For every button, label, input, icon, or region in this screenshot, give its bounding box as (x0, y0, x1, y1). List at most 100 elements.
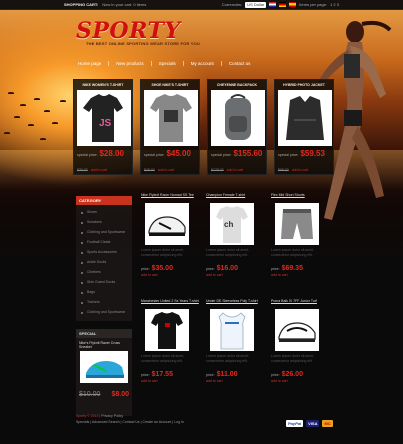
old-price: $178.00 (211, 168, 224, 172)
product-image[interactable] (278, 90, 332, 146)
cart-info: Now in your cart: 0 items (102, 2, 147, 7)
svg-text:ch: ch (224, 220, 233, 229)
product-title[interactable]: Nike Flyknit Racer Nomad SS Tee (141, 193, 201, 201)
old-price: $48.00 (144, 168, 155, 172)
product-description: Lorem ipsum dolor sit amet, consectetur … (206, 248, 250, 257)
category-item[interactable]: Trainers (76, 298, 132, 308)
product-title[interactable]: Under DE Sleeveless Poly T-shirt (206, 299, 266, 307)
old-price: $65.00 (278, 168, 289, 172)
category-list: Shoes Sneakers Clothing and Sportswear F… (76, 205, 132, 321)
featured-card[interactable]: CHEYENNE BACKPACK special price: $155.60 … (207, 79, 267, 175)
add-to-cart-button[interactable]: add to cart (271, 273, 331, 277)
add-to-cart-button[interactable]: add to cart (271, 379, 331, 383)
special-product[interactable]: Nike's Flyknit Racer Cross Sneaker $10.0… (76, 338, 132, 416)
featured-title[interactable]: SHOE NIKE'S T-SHIRT (144, 83, 196, 89)
product-card[interactable]: Champion Female T-shirt ch Lorem ipsum d… (206, 193, 266, 293)
featured-title[interactable]: CHEYENNE BACKPACK (211, 83, 263, 89)
featured-card[interactable]: HYBRID PHOTO JACKET special price: $59.53… (274, 79, 334, 175)
product-price: $69.35 (281, 265, 303, 272)
add-to-cart-button[interactable]: add to cart (158, 168, 175, 172)
product-title[interactable]: Flex Mid Short Shorts (271, 193, 331, 201)
nav-home[interactable]: Home page (71, 60, 110, 66)
add-to-cart-button[interactable]: add to cart (227, 168, 244, 172)
product-image[interactable]: ch (210, 203, 254, 245)
featured-title[interactable]: NIKE WOMEN'S T-SHIRT (77, 83, 129, 89)
product-price: $17.55 (151, 371, 173, 378)
flag-es-icon[interactable] (289, 2, 297, 7)
price-label: price: (271, 267, 280, 271)
category-item[interactable]: Football Cleats (76, 238, 132, 248)
add-to-cart-button[interactable]: add to cart (206, 379, 266, 383)
add-to-cart-button[interactable]: add to cart (292, 168, 309, 172)
bird-icon (60, 100, 66, 102)
bird-icon (40, 138, 46, 140)
product-image[interactable]: JS (77, 90, 131, 146)
category-item[interactable]: Bags (76, 288, 132, 298)
product-image[interactable] (145, 203, 189, 245)
pages-value[interactable]: 1 2 3 (330, 2, 339, 7)
product-image[interactable] (80, 351, 128, 383)
price-label: price: (206, 373, 215, 377)
add-to-cart-button[interactable]: add to cart (141, 273, 201, 277)
category-item[interactable]: Clothing and Sportswear (76, 228, 132, 238)
category-item[interactable]: Clothing and Sportswear (76, 308, 132, 318)
featured-title[interactable]: HYBRID PHOTO JACKET (278, 83, 330, 89)
bird-icon (14, 116, 20, 118)
product-title[interactable]: Champion Female T-shirt (206, 193, 266, 201)
product-image[interactable] (211, 90, 265, 146)
product-card[interactable]: Manchester United 2 Ss Years T-shirt Lor… (141, 299, 201, 399)
bird-icon (44, 110, 50, 112)
add-to-cart-button[interactable]: add to cart (141, 379, 201, 383)
mastercard-icon: MC (322, 420, 333, 427)
special-price: $45.00 (166, 149, 191, 158)
sidebar: CATEGORY Shoes Sneakers Clothing and Spo… (76, 196, 132, 416)
nav-my-account[interactable]: My account (184, 60, 222, 66)
special-price-label: special price: (77, 153, 98, 157)
payment-icons: PayPal VISA MC (286, 420, 333, 427)
product-description: Lorem ipsum dolor sit amet, consectetur … (271, 354, 315, 363)
category-item[interactable]: Climbers (76, 268, 132, 278)
specials-heading: SPECIAL (76, 329, 132, 338)
category-item[interactable]: Shoes (76, 208, 132, 218)
product-image[interactable] (144, 90, 198, 146)
site-slogan: THE BEST ONLINE SPORTING WEAR STORE FOR … (86, 41, 201, 46)
svg-text:JS: JS (99, 118, 112, 129)
paypal-icon: PayPal (286, 420, 304, 427)
product-card[interactable]: Flex Mid Short Shorts Lorem ipsum dolor … (271, 193, 331, 293)
product-card[interactable]: Puma Balk XI 7FF Junior Turf Lorem ipsum… (271, 299, 331, 399)
nav-new-products[interactable]: New products (109, 60, 152, 66)
product-image[interactable] (275, 203, 319, 245)
special-old-price: $10.00 (79, 391, 101, 398)
category-item[interactable]: Ankle Socks (76, 258, 132, 268)
add-to-cart-button[interactable]: add to cart (91, 168, 108, 172)
currency-select[interactable]: US Dollar (245, 1, 267, 8)
privacy-link[interactable]: Privacy Policy (101, 414, 123, 418)
special-price-label: special price: (278, 153, 299, 157)
product-image[interactable] (275, 309, 319, 351)
product-title[interactable]: Manchester United 2 Ss Years T-shirt (141, 299, 201, 307)
featured-card[interactable]: SHOE NIKE'S T-SHIRT special price: $45.00… (140, 79, 200, 175)
category-item[interactable]: Sports Accessories (76, 248, 132, 258)
product-card[interactable]: Under DE Sleeveless Poly T-shirt Lorem i… (206, 299, 266, 399)
old-price: $30.00 (77, 168, 88, 172)
product-image[interactable] (210, 309, 254, 351)
special-product-name[interactable]: Nike's Flyknit Racer Cross Sneaker (79, 341, 129, 349)
nav-specials[interactable]: Specials (152, 60, 184, 66)
nav-contact-us[interactable]: Contact us (222, 61, 258, 66)
featured-card[interactable]: NIKE WOMEN'S T-SHIRT JS special price: $2… (73, 79, 133, 175)
special-price-label: special price: (211, 153, 232, 157)
product-card[interactable]: Nike Flyknit Racer Nomad SS Tee Lorem ip… (141, 193, 201, 293)
special-price-label: special price: (144, 153, 165, 157)
product-image[interactable] (145, 309, 189, 351)
category-item[interactable]: Shin Guard Socks (76, 278, 132, 288)
add-to-cart-button[interactable]: add to cart (206, 273, 266, 277)
product-title[interactable]: Puma Balk XI 7FF Junior Turf (271, 299, 331, 307)
flag-en-icon[interactable] (269, 2, 277, 7)
product-price: $11.00 (216, 371, 238, 378)
product-price: $35.00 (151, 265, 173, 272)
shopping-cart-label[interactable]: SHOPPING CART: (64, 2, 98, 7)
category-item[interactable]: Sneakers (76, 218, 132, 228)
currencies-label: Currencies: (221, 2, 243, 7)
flag-de-icon[interactable] (279, 2, 287, 7)
price-label: price: (141, 267, 150, 271)
